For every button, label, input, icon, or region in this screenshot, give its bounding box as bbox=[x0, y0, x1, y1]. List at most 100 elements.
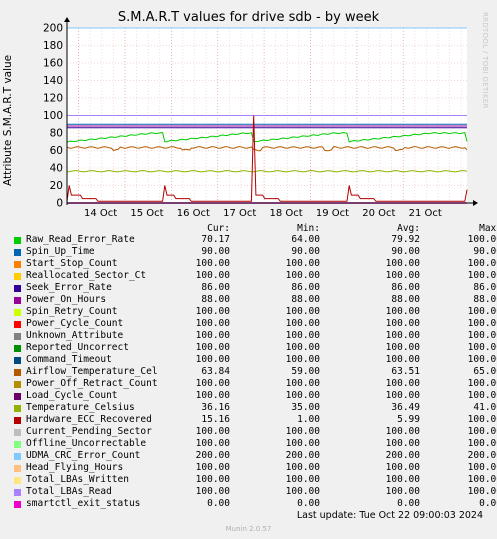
legend-swatch bbox=[14, 237, 21, 244]
legend-swatch bbox=[14, 321, 21, 328]
legend-row: Unknown_Attribute 100.00 100.00 100.00 100.0… bbox=[0, 330, 497, 342]
x-tick-label: 19 Oct bbox=[316, 208, 349, 219]
legend-value-max: 100.00 bbox=[467, 462, 497, 473]
legend-series-name: Reallocated_Sector_Ct bbox=[26, 270, 147, 281]
legend-value-max: 200.00 bbox=[467, 450, 497, 461]
legend-value-cur: 100.00 bbox=[195, 438, 230, 449]
x-tick-label: 14 Oct bbox=[84, 208, 117, 219]
legend-value-max: 100.00 bbox=[467, 486, 497, 497]
legend-value-cur: 100.00 bbox=[195, 462, 230, 473]
legend-value-min: 0.00 bbox=[297, 498, 320, 509]
legend-value-avg: 100.00 bbox=[385, 426, 420, 437]
legend-value-avg: 100.00 bbox=[385, 474, 420, 485]
legend-swatch bbox=[14, 429, 21, 436]
legend-row: Load_Cycle_Count 100.00 100.00 100.00 100.00 bbox=[0, 390, 497, 402]
legend-value-max: 100.00 bbox=[467, 474, 497, 485]
legend-value-max: 88.00 bbox=[473, 294, 497, 305]
legend-value-avg: 63.51 bbox=[391, 366, 420, 377]
legend-value-max: 100.00 bbox=[467, 426, 497, 437]
legend-value-max: 100.00 bbox=[467, 318, 497, 329]
legend-value-cur: 15.16 bbox=[201, 414, 230, 425]
x-tick-label: 21 Oct bbox=[409, 208, 442, 219]
legend-value-avg: 100.00 bbox=[385, 354, 420, 365]
legend-swatch bbox=[14, 369, 21, 376]
last-update: Last update: Tue Oct 22 09:00:03 2024 bbox=[296, 510, 483, 521]
legend-swatch bbox=[14, 345, 21, 352]
legend-value-max: 100.00 bbox=[467, 354, 497, 365]
legend-value-max: 100.00 bbox=[467, 258, 497, 269]
legend-row: Start_Stop_Count 100.00 100.00 100.00 100.00 bbox=[0, 258, 497, 270]
legend-series-name: Airflow_Temperature_Cel bbox=[26, 366, 158, 377]
legend-swatch bbox=[14, 465, 21, 472]
legend-row: Head_Flying_Hours 100.00 100.00 100.00 100.0… bbox=[0, 462, 497, 474]
legend-value-min: 100.00 bbox=[285, 258, 320, 269]
legend-swatch bbox=[14, 285, 21, 292]
legend-value-cur: 90.00 bbox=[201, 246, 230, 257]
legend-swatch bbox=[14, 261, 21, 268]
legend-value-avg: 100.00 bbox=[385, 486, 420, 497]
legend-value-min: 100.00 bbox=[285, 438, 320, 449]
y-axis-label: Attribute S.M.A.R.T value bbox=[2, 54, 14, 186]
legend-value-min: 100.00 bbox=[285, 342, 320, 353]
y-tick-label: 40 bbox=[50, 163, 63, 175]
legend-value-avg: 200.00 bbox=[385, 450, 420, 461]
legend-series-name: UDMA_CRC_Error_Count bbox=[26, 450, 141, 461]
legend-value-cur: 100.00 bbox=[195, 378, 230, 389]
legend-row: Seek_Error_Rate 86.00 86.00 86.00 86.00 bbox=[0, 282, 497, 294]
legend-value-min: 1.00 bbox=[297, 414, 320, 425]
legend-row: Reallocated_Sector_Ct 100.00 100.00 100.00 1… bbox=[0, 270, 497, 282]
legend-value-cur: 0.00 bbox=[207, 498, 230, 509]
legend-value-min: 86.00 bbox=[291, 282, 320, 293]
legend-swatch bbox=[14, 381, 21, 388]
y-tick-label: 20 bbox=[50, 180, 63, 192]
x-tick-label: 15 Oct bbox=[130, 208, 163, 219]
legend-swatch bbox=[14, 417, 21, 424]
rrdtool-watermark: RRDTOOL / TOBI OETIKER bbox=[481, 12, 489, 109]
legend-value-cur: 63.84 bbox=[201, 366, 230, 377]
legend-value-min: 200.00 bbox=[285, 450, 320, 461]
legend-value-min: 100.00 bbox=[285, 354, 320, 365]
legend-swatch bbox=[14, 309, 21, 316]
legend-value-min: 100.00 bbox=[285, 378, 320, 389]
legend-value-avg: 100.00 bbox=[385, 318, 420, 329]
legend-row: Power_On_Hours 88.00 88.00 88.00 88.00 bbox=[0, 294, 497, 306]
legend-series-name: Total_LBAs_Written bbox=[26, 474, 129, 485]
legend-value-avg: 100.00 bbox=[385, 342, 420, 353]
legend-value-cur: 86.00 bbox=[201, 282, 230, 293]
legend-row: Airflow_Temperature_Cel 63.84 59.00 63.51 65… bbox=[0, 366, 497, 378]
legend-series-name: Offline_Uncorrectable bbox=[26, 438, 147, 449]
legend-value-avg: 100.00 bbox=[385, 306, 420, 317]
legend-series-name: Total_LBAs_Read bbox=[26, 486, 112, 497]
legend-swatch bbox=[14, 441, 21, 448]
legend-value-cur: 100.00 bbox=[195, 426, 230, 437]
x-tick-label: 20 Oct bbox=[362, 208, 395, 219]
legend-row: Power_Off_Retract_Count 100.00 100.00 100.0… bbox=[0, 378, 497, 390]
legend-value-max: 100.00 bbox=[467, 438, 497, 449]
legend-series-name: Unknown_Attribute bbox=[26, 330, 124, 341]
legend-value-max: 100.00 bbox=[467, 390, 497, 401]
legend-value-avg: 100.00 bbox=[385, 270, 420, 281]
legend-swatch bbox=[14, 453, 21, 460]
y-tick-label: 180 bbox=[43, 40, 63, 52]
legend-swatch bbox=[14, 477, 21, 484]
legend-swatch bbox=[14, 297, 21, 304]
legend-value-max: 65.00 bbox=[473, 366, 497, 377]
legend-row: Reported_Uncorrect 100.00 100.00 100.00 100.… bbox=[0, 342, 497, 354]
legend-series-name: Spin_Retry_Count bbox=[26, 306, 118, 317]
legend-series-name: Current_Pending_Sector bbox=[26, 426, 152, 437]
y-tick-label: 60 bbox=[50, 145, 63, 157]
legend-swatch bbox=[14, 249, 21, 256]
legend-row: Total_LBAs_Read 100.00 100.00 100.00 100.00 bbox=[0, 486, 497, 498]
legend-value-max: 100.00 bbox=[467, 414, 497, 425]
legend-value-min: 100.00 bbox=[285, 390, 320, 401]
y-tick-label: 160 bbox=[43, 58, 63, 70]
legend-value-max: 0.00 bbox=[479, 498, 497, 509]
legend-swatch bbox=[14, 405, 21, 412]
legend-series-name: Seek_Error_Rate bbox=[26, 282, 112, 293]
legend-series-name: Start_Stop_Count bbox=[26, 258, 118, 269]
y-tick-label: 100 bbox=[43, 110, 63, 122]
legend-row: Power_Cycle_Count 100.00 100.00 100.00 100.0… bbox=[0, 318, 497, 330]
x-tick-label: 18 Oct bbox=[269, 208, 302, 219]
legend-series-name: Reported_Uncorrect bbox=[26, 342, 129, 353]
legend-series-name: Spin_Up_Time bbox=[26, 246, 95, 257]
